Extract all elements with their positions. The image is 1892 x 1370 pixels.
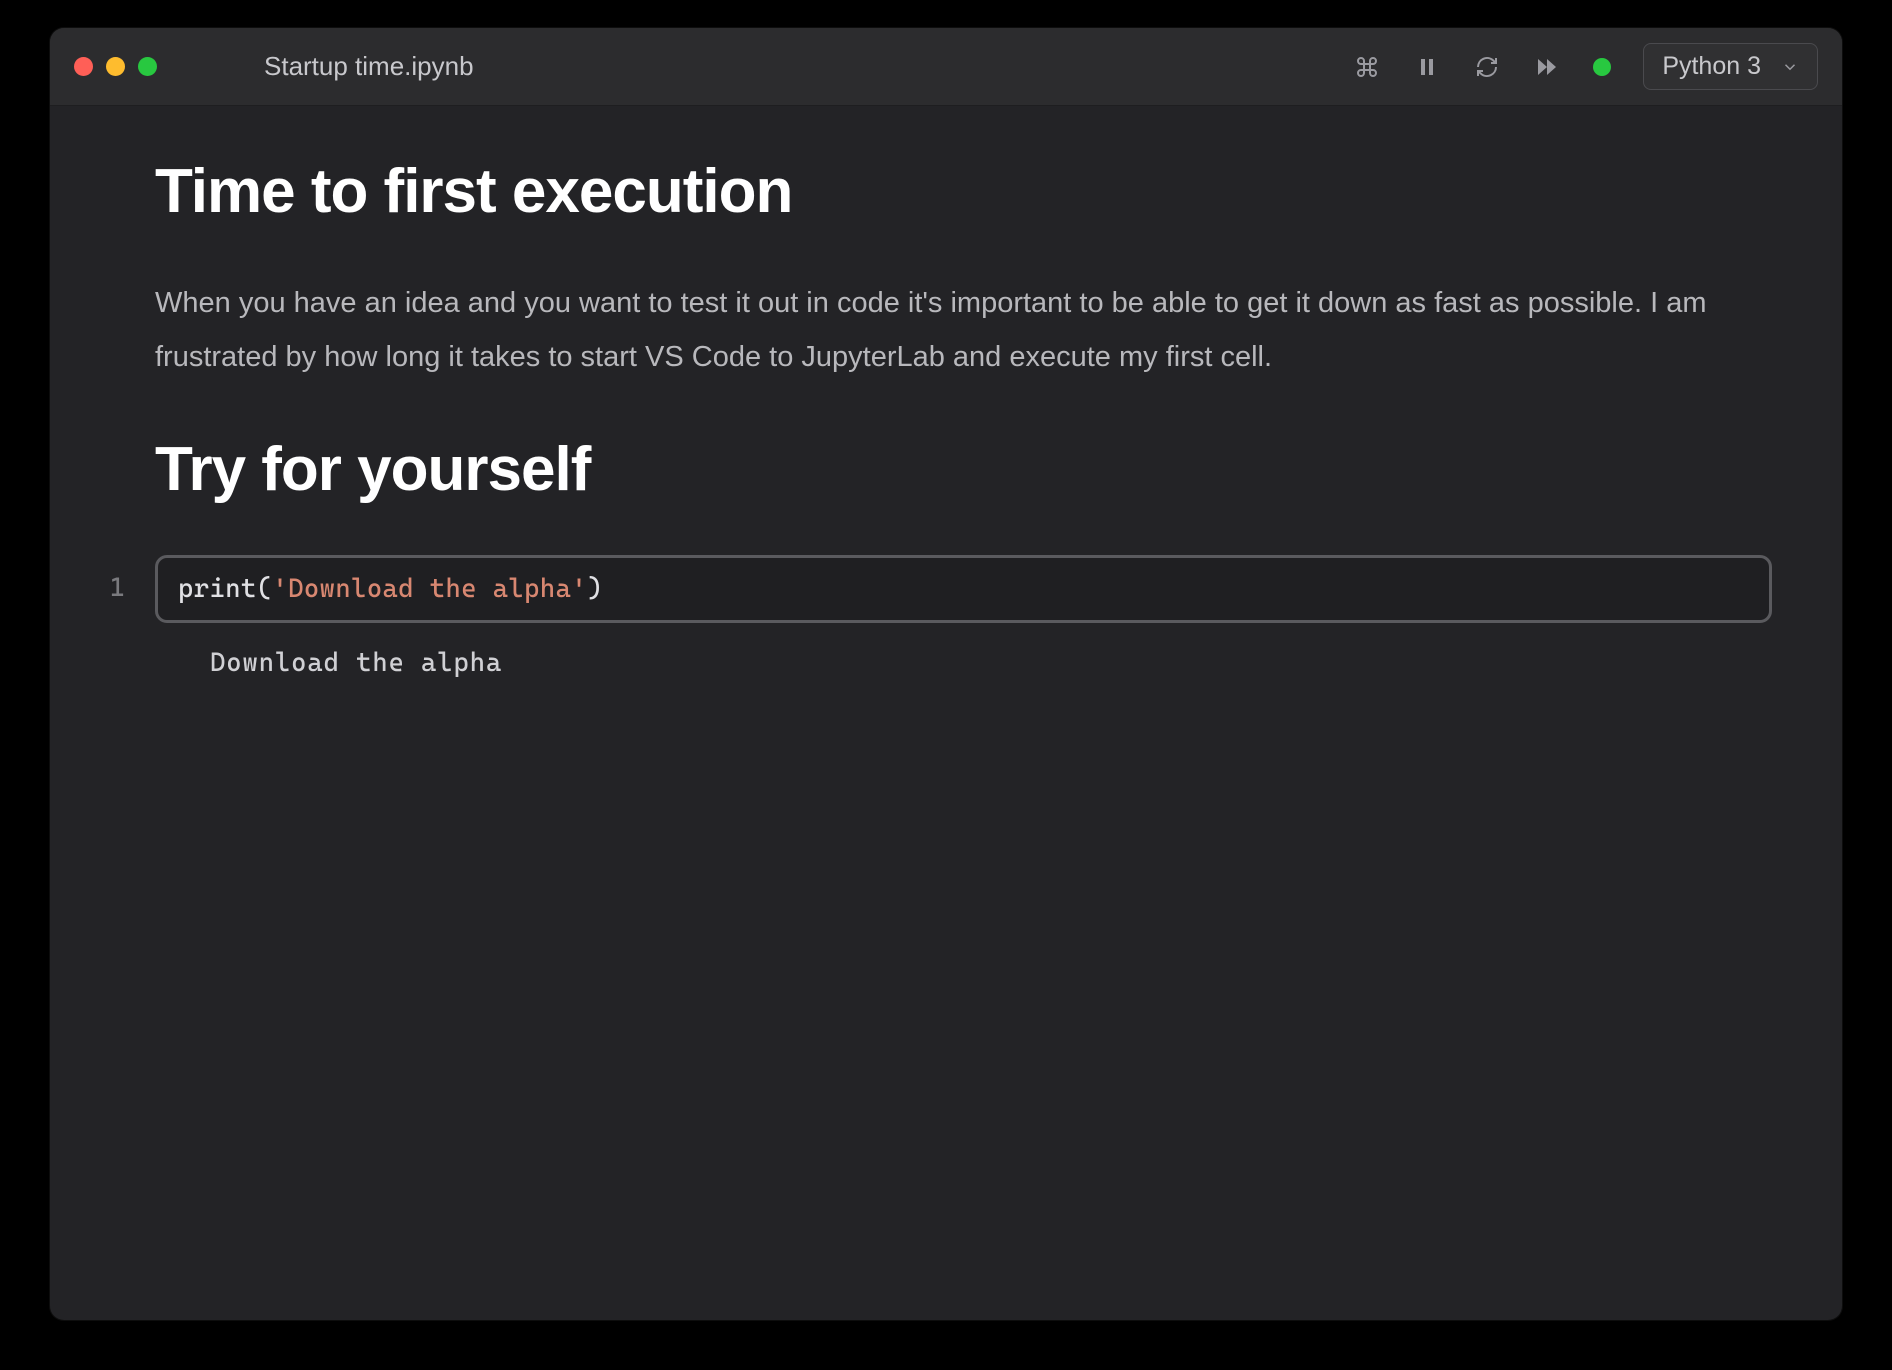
code-paren-open: ( xyxy=(257,574,273,604)
code-function: print xyxy=(178,574,257,604)
minimize-window-button[interactable] xyxy=(106,57,125,76)
kernel-selector[interactable]: Python 3 xyxy=(1643,43,1818,90)
notebook-content: Time to first execution When you have an… xyxy=(50,106,1842,1320)
code-string: 'Download the alpha' xyxy=(272,574,587,604)
code-cell[interactable]: print('Download the alpha') xyxy=(155,555,1772,623)
chevron-down-icon xyxy=(1781,58,1799,76)
file-title: Startup time.ipynb xyxy=(264,51,474,82)
code-paren-close: ) xyxy=(587,574,603,604)
kernel-label: Python 3 xyxy=(1662,52,1761,81)
kernel-status-indicator xyxy=(1593,58,1611,76)
titlebar: Startup time.ipynb xyxy=(50,28,1842,106)
maximize-window-button[interactable] xyxy=(138,57,157,76)
cell-output: Download the alpha xyxy=(155,648,1772,678)
notebook-body: Time to first execution When you have an… xyxy=(100,156,1772,505)
close-window-button[interactable] xyxy=(74,57,93,76)
code-cell-wrapper: 1 print('Download the alpha') xyxy=(100,555,1772,623)
output-wrapper: Download the alpha xyxy=(100,648,1772,678)
traffic-lights xyxy=(74,57,157,76)
titlebar-right: Python 3 xyxy=(1353,43,1818,90)
cell-execution-count: 1 xyxy=(100,555,125,603)
app-window: Startup time.ipynb xyxy=(50,28,1842,1320)
pause-icon[interactable] xyxy=(1413,53,1441,81)
paragraph: When you have an idea and you want to te… xyxy=(155,277,1772,384)
titlebar-left: Startup time.ipynb xyxy=(74,51,474,82)
heading-2: Try for yourself xyxy=(155,434,1772,505)
restart-icon[interactable] xyxy=(1473,53,1501,81)
fast-forward-icon[interactable] xyxy=(1533,53,1561,81)
command-icon[interactable] xyxy=(1353,53,1381,81)
heading-1: Time to first execution xyxy=(155,156,1772,227)
